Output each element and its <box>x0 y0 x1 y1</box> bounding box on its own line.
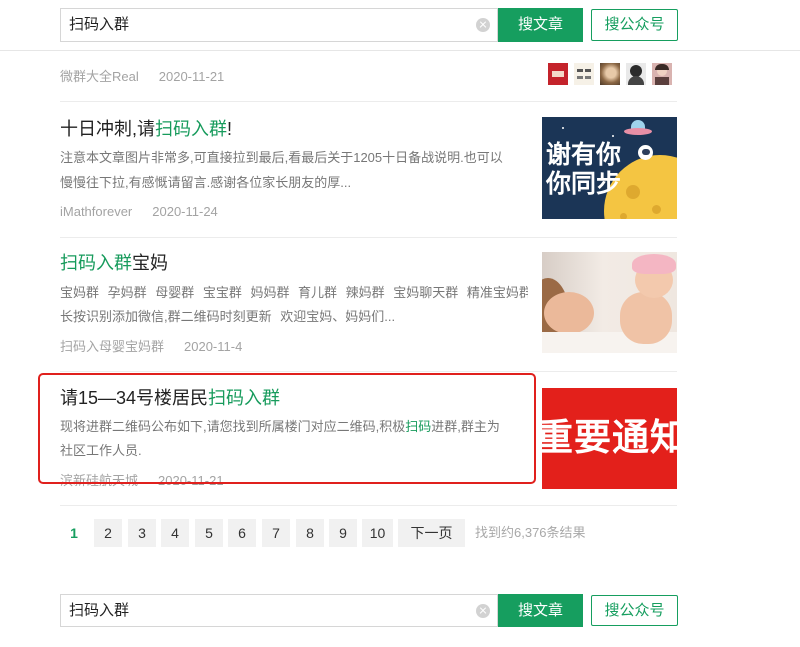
search-accounts-button[interactable]: 搜公众号 <box>591 9 678 41</box>
photo-baby-hat <box>632 254 676 274</box>
top-search-bar: 扫码入群 搜文章 搜公众号 <box>0 0 800 51</box>
thumbnail-caption: 谢有你 <box>546 141 622 169</box>
title-text: ! <box>227 119 233 139</box>
avatar-thumbnail <box>626 63 646 85</box>
page-link[interactable]: 2 <box>94 519 122 547</box>
photo-baby-body <box>620 292 672 344</box>
result-date: 2020-11-21 <box>158 69 225 84</box>
thumbnail-caption: 重要通知 <box>542 417 677 458</box>
result-meta: 微群大全Real 2020-11-21 <box>60 69 224 85</box>
result-divider <box>60 505 677 506</box>
result-meta: 扫码入母婴宝妈群 2020-11-4 <box>60 339 242 355</box>
result-summary: 注意本文章图片非常多,可直接拉到最后,看最后关于1205十日备战说明.也可以 慢… <box>60 145 528 195</box>
search-query-text: 扫码入群 <box>69 16 130 33</box>
avatar-thumbnail <box>600 63 620 85</box>
page-link[interactable]: 10 <box>362 519 393 547</box>
title-text: 宝妈 <box>132 253 168 273</box>
summary-text: 现将进群二维码公布如下,请您找到所属楼门对应二维码,积极 <box>60 419 406 434</box>
ufo-icon <box>624 128 652 135</box>
search-articles-button[interactable]: 搜文章 <box>498 594 583 627</box>
avatar-thumbnail <box>574 63 594 85</box>
result-title[interactable]: 请15—34号楼居民扫码入群 <box>60 386 280 410</box>
result-divider <box>60 371 677 372</box>
summary-text: 慢慢往下拉,有感慨请留言.感谢各位家长朋友的厚... <box>60 175 352 190</box>
clear-icon[interactable] <box>476 604 490 618</box>
result-thumbnail[interactable]: 谢有你 你同步 <box>542 117 677 219</box>
summary-line: 社区工作人员. <box>60 439 528 463</box>
result-meta: 滨新硅航天城 2020-11-21 <box>60 473 224 489</box>
page-link[interactable]: 4 <box>161 519 189 547</box>
summary-line: 长按识别添加微信,群二维码时刻更新 欢迎宝妈、妈妈们... <box>60 305 528 329</box>
result-title[interactable]: 十日冲刺,请扫码入群! <box>60 117 232 141</box>
result-summary: 宝妈群 孕妈群 母婴群 宝宝群 妈妈群 育儿群 辣妈群 宝妈聊天群 精准宝妈群 … <box>60 281 528 329</box>
result-summary: 现将进群二维码公布如下,请您找到所属楼门对应二维码,积极扫码进群,群主为 社区工… <box>60 415 528 463</box>
thumbnail-caption: 你同步 <box>546 170 622 198</box>
result-date: 2020-11-24 <box>152 204 218 219</box>
result-divider <box>60 237 677 238</box>
star-dot <box>612 135 614 137</box>
result-thumbnail[interactable] <box>542 252 677 353</box>
title-text-highlight: 扫码入群 <box>155 119 228 139</box>
page-link[interactable]: 9 <box>329 519 357 547</box>
page-link[interactable]: 3 <box>128 519 156 547</box>
astronaut-icon <box>638 145 653 160</box>
result-thumbnail[interactable]: 重要通知 <box>542 388 677 489</box>
summary-line: 现将进群二维码公布如下,请您找到所属楼门对应二维码,积极扫码进群,群主为 <box>60 415 528 439</box>
title-text-highlight: 扫码入群 <box>60 253 132 273</box>
result-count: 找到约6,376条结果 <box>475 525 586 540</box>
search-input[interactable]: 扫码入群 <box>60 594 498 627</box>
summary-text: 进群,群主为 <box>431 419 500 434</box>
star-dot <box>562 127 564 129</box>
title-text: 请15—34号楼居民 <box>60 388 209 408</box>
result-source[interactable]: 滨新硅航天城 <box>60 473 138 489</box>
avatar-thumbnail <box>652 63 672 85</box>
summary-line: 宝妈群 孕妈群 母婴群 宝宝群 妈妈群 育儿群 辣妈群 宝妈聊天群 精准宝妈群 <box>60 281 528 305</box>
summary-text: 宝妈群 孕妈群 母婴群 宝宝群 妈妈群 育儿群 辣妈群 宝妈聊天群 精准宝妈群 <box>60 285 528 300</box>
summary-line: 慢慢往下拉,有感慨请留言.感谢各位家长朋友的厚... <box>60 170 528 195</box>
summary-text-highlight: 扫码 <box>405 419 432 434</box>
next-page-button[interactable]: 下一页 <box>398 519 465 547</box>
summary-text: 长按识别添加微信,群二维码时刻更新 欢迎宝妈、妈妈们... <box>60 309 396 324</box>
title-text: 十日冲刺,请 <box>60 119 156 139</box>
result-source[interactable]: iMathforever <box>60 204 132 220</box>
search-articles-button[interactable]: 搜文章 <box>498 8 583 42</box>
result-date: 2020-11-4 <box>184 339 243 354</box>
page-link[interactable]: 8 <box>296 519 324 547</box>
search-query-text: 扫码入群 <box>69 602 130 619</box>
title-text-highlight: 扫码入群 <box>208 388 281 408</box>
result-source[interactable]: 微群大全Real <box>60 69 139 85</box>
result-divider <box>60 101 677 102</box>
result-source[interactable]: 扫码入母婴宝妈群 <box>60 339 164 355</box>
summary-line: 注意本文章图片非常多,可直接拉到最后,看最后关于1205十日备战说明.也可以 <box>60 145 528 170</box>
page-link[interactable]: 6 <box>228 519 256 547</box>
clear-icon[interactable] <box>476 18 490 32</box>
result-date: 2020-11-21 <box>158 473 224 488</box>
page-current: 1 <box>70 525 78 541</box>
result-meta: iMathforever 2020-11-24 <box>60 204 218 220</box>
summary-text: 注意本文章图片非常多,可直接拉到最后,看最后关于1205十日备战说明.也可以 <box>60 150 503 165</box>
summary-text: 社区工作人员. <box>60 443 142 458</box>
page-link[interactable]: 5 <box>195 519 223 547</box>
result-title[interactable]: 扫码入群宝妈 <box>60 251 168 275</box>
avatar-thumbnail <box>548 63 568 85</box>
search-accounts-button[interactable]: 搜公众号 <box>591 595 678 626</box>
page-link[interactable]: 7 <box>262 519 290 547</box>
search-input[interactable]: 扫码入群 <box>60 8 498 42</box>
photo-face <box>544 292 594 334</box>
